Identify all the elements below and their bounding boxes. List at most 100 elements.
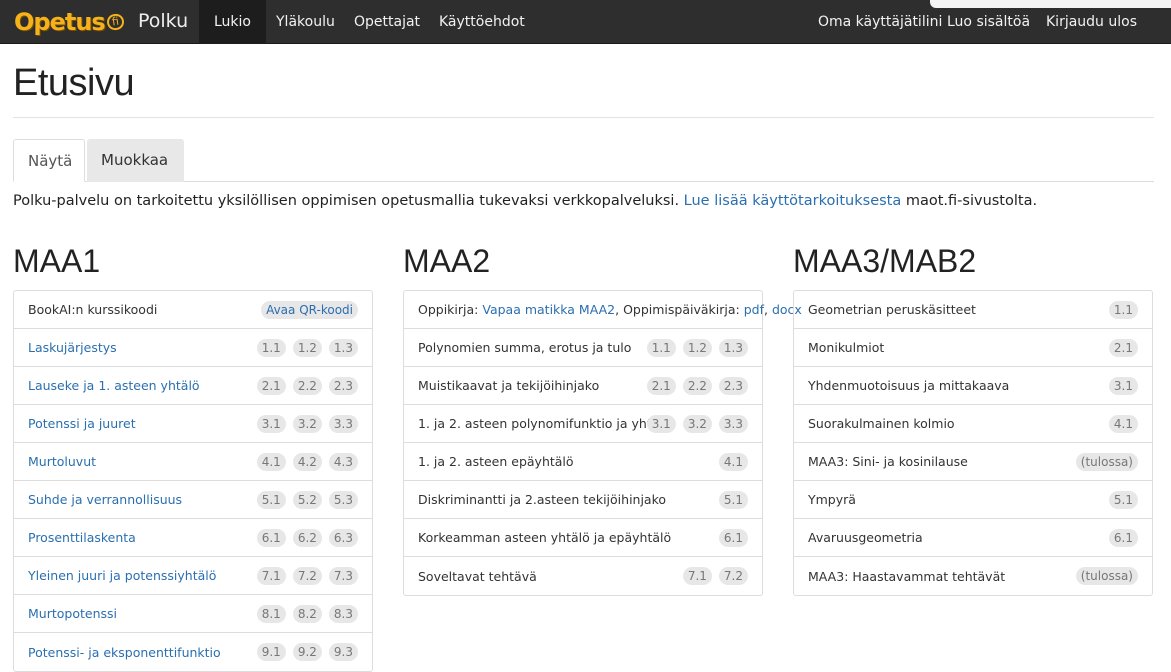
section-badge[interactable]: 3.3	[328, 415, 358, 433]
section-badge[interactable]: 1.1	[1108, 301, 1138, 319]
course-list-maa3: Geometrian peruskäsitteet 1.1 Monikulmiot 2…	[793, 290, 1153, 596]
section-badge[interactable]: 6.1	[1108, 529, 1138, 547]
section-badge[interactable]: 8.1	[256, 605, 286, 623]
section-badge[interactable]: 1.3	[328, 339, 358, 357]
nav-lukio[interactable]: Lukio	[199, 0, 266, 44]
qr-code-button[interactable]: Avaa QR-koodi	[261, 301, 358, 319]
section-badge[interactable]: 2.3	[718, 377, 748, 395]
section-badges: 4.1 4.2 4.3	[256, 453, 358, 471]
section-badge[interactable]: 3.2	[292, 415, 322, 433]
section-badge[interactable]: 1.2	[292, 339, 322, 357]
section-badge[interactable]: 8.2	[292, 605, 322, 623]
section-badge[interactable]: 1.1	[256, 339, 286, 357]
section-badges: 9.1 9.2 9.3	[256, 643, 358, 661]
section-badge[interactable]: 7.1	[682, 567, 712, 585]
section-badges: (tulossa)	[1075, 453, 1138, 471]
section-badge[interactable]: 2.1	[256, 377, 286, 395]
list-item[interactable]: Lauseke ja 1. asteen yhtälö 2.1 2.2 2.3	[14, 367, 372, 405]
list-item: 1. ja 2. asteen polynomifunktio ja yhtäl…	[404, 405, 762, 443]
list-item: Avaruusgeometria 6.1	[794, 519, 1152, 557]
section-badge[interactable]: 4.1	[1108, 415, 1138, 433]
section-badge[interactable]: 6.3	[328, 529, 358, 547]
search-field-edge[interactable]	[930, 0, 1171, 8]
topic-label[interactable]: Potenssi ja juuret	[28, 416, 136, 431]
nav-opettajat[interactable]: Opettajat	[339, 0, 435, 44]
section-badge[interactable]: 2.1	[1108, 339, 1138, 357]
section-badge[interactable]: 3.1	[646, 415, 676, 433]
course-list-maa1: BookAI:n kurssikoodi Avaa QR-koodi Lasku…	[13, 290, 373, 672]
section-badge[interactable]: 5.2	[292, 491, 322, 509]
nav-ylakoulu[interactable]: Yläkoulu	[261, 0, 350, 44]
textbook-link[interactable]: Vapaa matikka MAA2	[482, 302, 615, 317]
section-badge[interactable]: 3.3	[718, 415, 748, 433]
section-badges: 3.1 3.2 3.3	[646, 415, 748, 433]
list-item: Muistikaavat ja tekijöihinjako 2.1 2.2 2.3	[404, 367, 762, 405]
topic-label: Geometrian peruskäsitteet	[808, 302, 976, 317]
section-badge[interactable]: 3.1	[256, 415, 286, 433]
section-badge[interactable]: 7.2	[292, 567, 322, 585]
section-badge[interactable]: 7.2	[718, 567, 748, 585]
list-item[interactable]: Yleinen juuri ja potenssiyhtälö 7.1 7.2 7.3	[14, 557, 372, 595]
section-badge[interactable]: 7.3	[328, 567, 358, 585]
section-badge[interactable]: 1.2	[682, 339, 712, 357]
topic-label[interactable]: Laskujärjestys	[28, 340, 117, 355]
topic-label[interactable]: Suhde ja verrannollisuus	[28, 492, 182, 507]
section-badge[interactable]: 4.3	[328, 453, 358, 471]
section-badge[interactable]: 1.3	[718, 339, 748, 357]
tab-muokkaa[interactable]: Muokkaa	[87, 139, 184, 182]
tab-nayta[interactable]: Näytä	[13, 139, 85, 182]
section-badges: 7.1 7.2 7.3	[256, 567, 358, 585]
section-badges: 6.1 6.2 6.3	[256, 529, 358, 547]
diary-pdf-link[interactable]: pdf	[744, 302, 764, 317]
brand-name[interactable]: Polku	[138, 10, 188, 32]
section-badge[interactable]: 5.1	[718, 491, 748, 509]
section-badge[interactable]: 3.2	[682, 415, 712, 433]
list-item[interactable]: Murtoluvut 4.1 4.2 4.3	[14, 443, 372, 481]
list-item[interactable]: Potenssi- ja eksponenttifunktio 9.1 9.2 9.3	[14, 633, 372, 671]
topic-label[interactable]: Prosenttilaskenta	[28, 530, 136, 545]
bookai-label: BookAI:n kurssikoodi	[28, 302, 158, 317]
section-badge[interactable]: 5.1	[1108, 491, 1138, 509]
section-badge[interactable]: 5.3	[328, 491, 358, 509]
list-item[interactable]: Laskujärjestys 1.1 1.2 1.3	[14, 329, 372, 367]
page-title: Etusivu	[13, 62, 135, 104]
section-badge[interactable]: 9.3	[328, 643, 358, 661]
list-item[interactable]: Murtopotenssi 8.1 8.2 8.3	[14, 595, 372, 633]
section-badge[interactable]: 4.1	[718, 453, 748, 471]
section-badge[interactable]: 6.1	[256, 529, 286, 547]
section-badge[interactable]: 9.2	[292, 643, 322, 661]
topic-label[interactable]: Potenssi- ja eksponenttifunktio	[28, 645, 221, 660]
section-badge[interactable]: 2.3	[328, 377, 358, 395]
list-item[interactable]: Prosenttilaskenta 6.1 6.2 6.3	[14, 519, 372, 557]
section-badge[interactable]: 6.2	[292, 529, 322, 547]
opetus-logo[interactable]: Opetus fi	[14, 6, 125, 38]
topic-label[interactable]: Murtoluvut	[28, 454, 96, 469]
section-badge[interactable]: 6.1	[718, 529, 748, 547]
list-item[interactable]: Suhde ja verrannollisuus 5.1 5.2 5.3	[14, 481, 372, 519]
section-badges: 2.1 2.2 2.3	[256, 377, 358, 395]
topic-label: Ympyrä	[808, 492, 856, 507]
section-badges: 6.1	[1108, 529, 1138, 547]
topic-label[interactable]: Murtopotenssi	[28, 606, 117, 621]
section-badge[interactable]: 5.1	[256, 491, 286, 509]
section-badge[interactable]: 3.1	[1108, 377, 1138, 395]
section-badge[interactable]: 7.1	[256, 567, 286, 585]
section-badge[interactable]: 9.1	[256, 643, 286, 661]
intro-read-more-link[interactable]: Lue lisää käyttötarkoituksesta	[684, 193, 902, 209]
topic-label: Polynomien summa, erotus ja tulo	[418, 340, 632, 355]
textbook-label: Oppikirja: Vapaa matikka MAA2, Oppimispä…	[418, 302, 802, 317]
section-badge[interactable]: 4.2	[292, 453, 322, 471]
course-title-maa1: MAA1	[13, 243, 101, 279]
section-badge[interactable]: 2.2	[292, 377, 322, 395]
list-item[interactable]: Potenssi ja juuret 3.1 3.2 3.3	[14, 405, 372, 443]
section-badges: (tulossa)	[1075, 567, 1138, 585]
section-badge[interactable]: 2.2	[682, 377, 712, 395]
topic-label[interactable]: Lauseke ja 1. asteen yhtälö	[28, 378, 200, 393]
section-badge[interactable]: 8.3	[328, 605, 358, 623]
topic-label[interactable]: Yleinen juuri ja potenssiyhtälö	[28, 568, 216, 583]
list-item: MAA3: Haastavammat tehtävät (tulossa)	[794, 557, 1152, 595]
section-badge[interactable]: 1.1	[646, 339, 676, 357]
nav-kayttoehdot[interactable]: Käyttöehdot	[424, 0, 540, 44]
section-badge[interactable]: 4.1	[256, 453, 286, 471]
section-badge[interactable]: 2.1	[646, 377, 676, 395]
